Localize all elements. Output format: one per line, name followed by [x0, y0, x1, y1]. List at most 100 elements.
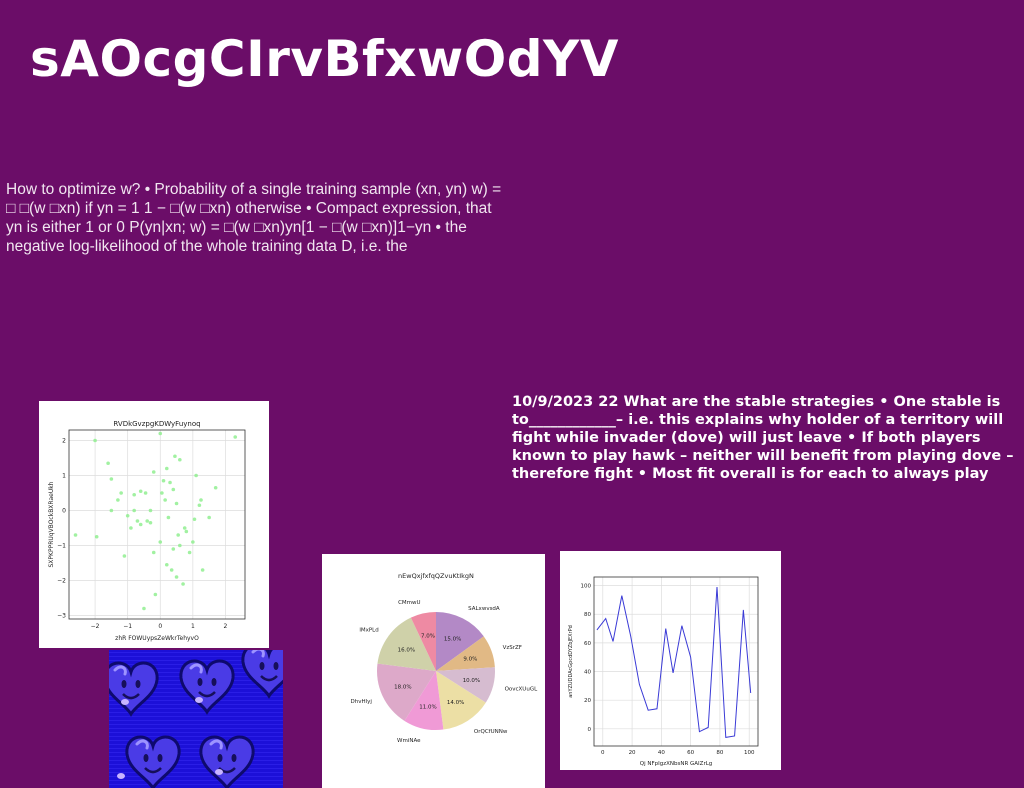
scatter-point	[168, 480, 172, 485]
y-tick-label: 20	[584, 698, 591, 704]
pie-value-label: 7.0%	[421, 633, 435, 639]
scatter-point	[109, 508, 114, 513]
scatter-point	[166, 515, 171, 520]
x-tick-label: 40	[658, 750, 665, 756]
y-tick-label: 100	[581, 584, 592, 590]
body-paragraph: How to optimize w? • Probability of a si…	[6, 181, 502, 255]
x-axis-label: Qj NFpIgzXNbsNR GAIZrLg	[640, 761, 713, 767]
scatter-point	[164, 466, 169, 471]
scatter-point	[151, 470, 156, 474]
scatter-point	[122, 554, 127, 558]
scatter-point	[174, 501, 179, 506]
pie-category-label: VzSrZF	[503, 645, 522, 651]
y-tick-label: 80	[584, 612, 591, 618]
scatter-point	[233, 435, 238, 439]
scatter-point	[178, 543, 182, 548]
scatter-point	[138, 489, 143, 494]
scatter-point	[160, 491, 164, 495]
x-tick-label: −2	[91, 623, 100, 630]
scatter-point	[213, 485, 218, 490]
x-tick-label: 80	[716, 750, 723, 756]
y-tick-label: −1	[57, 543, 66, 550]
plot-frame	[593, 576, 759, 747]
x-tick-label: 0	[601, 750, 605, 756]
scatter-point	[109, 477, 114, 481]
y-tick-label: 2	[62, 438, 66, 445]
scatter-point	[132, 492, 136, 497]
scatter-point	[142, 606, 146, 611]
x-tick-label: 100	[744, 750, 755, 756]
scatter-point	[200, 568, 205, 572]
scatter-point	[171, 547, 176, 551]
scatter-point	[73, 533, 78, 537]
pie-value-label: 10.0%	[463, 678, 480, 684]
scatter-point	[132, 508, 136, 513]
y-tick-label: 1	[62, 473, 66, 480]
pie-chart: nEwQxjfxfqQZvuKtIkgN 15.0% SALxwvsdA 9.0% Vz…	[351, 572, 539, 744]
line-chart-card: 0 0 20 20 40 40 60 60 80 80 100 100 Qj NFpIgzXNbsNR …	[560, 551, 781, 770]
pie-value-label: 11.0%	[419, 705, 436, 711]
chart-title: RVDkGvzpgKDWyFuynoq	[113, 420, 200, 428]
pie-chart-card: nEwQxjfxfqQZvuKtIkgN 15.0% SALxwvsdA 9.0% Vz…	[322, 554, 545, 788]
x-tick-label: 60	[687, 750, 694, 756]
scatter-point	[145, 519, 150, 523]
scatter-point	[148, 520, 153, 525]
y-tick-label: 0	[62, 508, 66, 515]
line-series	[596, 586, 752, 738]
hearts-pattern-image	[109, 650, 283, 788]
scatter-point	[153, 592, 158, 597]
pie-value-label: 16.0%	[398, 647, 415, 653]
scatter-point	[199, 498, 203, 502]
scatter-point	[174, 575, 179, 579]
pie-category-label: OrQCfUNNw	[474, 729, 508, 735]
pie-value-label: 18.0%	[394, 685, 411, 691]
scatter-point	[158, 540, 163, 544]
pie-value-label: 9.0%	[463, 657, 477, 663]
scatter-point	[151, 550, 156, 555]
scatter-point	[173, 454, 177, 459]
scatter-point	[187, 550, 192, 555]
scatter-point	[197, 503, 202, 508]
y-tick-label: 0	[588, 727, 592, 733]
scatter-point	[138, 522, 143, 527]
scatter-point	[116, 498, 120, 502]
scatter-point	[106, 461, 110, 466]
scatter-point	[184, 529, 189, 534]
scatter-point	[158, 431, 163, 436]
page-title: sAOcgCIrvBfxwOdYV	[30, 30, 619, 88]
scatter-point	[93, 438, 97, 443]
scatter-point	[169, 568, 174, 572]
scatter-point	[163, 498, 167, 502]
x-tick-label: 0	[158, 623, 162, 630]
scatter-point	[148, 508, 153, 513]
pie-category-label: lMxPLd	[359, 627, 378, 633]
y-axis-label: anYZUDDAcGpcdDYZbJEXrPd	[568, 625, 574, 698]
scatter-point	[125, 513, 130, 518]
x-axis-label: zhR FOWUypsZeWkrTehyvO	[115, 635, 199, 642]
scatter-point	[94, 534, 99, 539]
pie-category-label: OovcXUuGL	[505, 687, 539, 693]
scatter-point	[181, 582, 185, 586]
x-tick-label: 20	[629, 750, 636, 756]
y-axis-label: SXPKPPRUqVBOckBXRaeUkh	[48, 481, 55, 567]
pie-category-label: SALxwvsdA	[468, 606, 500, 612]
pie-category-label: WmiNAe	[397, 738, 421, 744]
scatter-point	[207, 515, 211, 520]
scatter-chart: −2 −1 0 1 2 −3 −2 −1 0 1 2 RVDkGvzpgKDWyFuynoq zhR F…	[48, 420, 246, 642]
scatter-point	[161, 478, 166, 483]
pie-value-label: 14.0%	[447, 700, 464, 706]
scatter-chart-card: −2 −1 0 1 2 −3 −2 −1 0 1 2 RVDkGvzpgKDWyFuynoq zhR F…	[39, 401, 269, 648]
scatter-point	[129, 526, 133, 530]
y-tick-label: 40	[584, 670, 591, 676]
scatter-point	[178, 457, 182, 462]
pie-value-label: 15.0%	[444, 636, 461, 642]
scatter-point	[135, 519, 140, 523]
chart-title: nEwQxjfxfqQZvuKtIkgN	[398, 572, 474, 580]
scatter-point	[143, 491, 148, 495]
pie-category-label: DhvHlyj	[351, 699, 373, 705]
scatter-point	[191, 540, 195, 544]
scatter-point	[164, 562, 169, 567]
scatter-point	[194, 473, 198, 478]
scatter-point	[182, 526, 187, 530]
x-tick-label: −1	[123, 623, 132, 630]
